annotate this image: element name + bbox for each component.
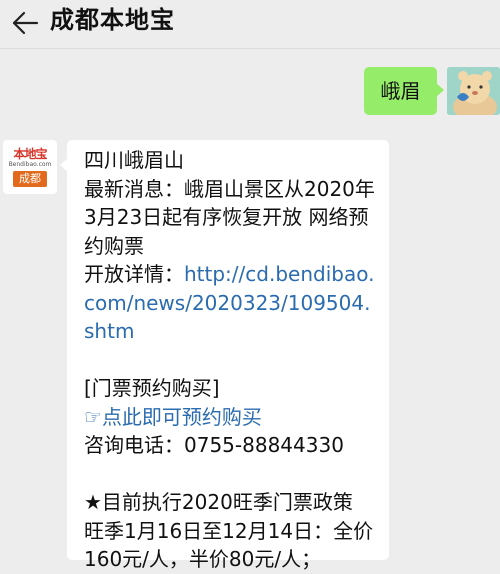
news-line: 最新消息：峨眉山景区从2020年3月23日起有序恢复开放 网络预约购票	[84, 175, 377, 261]
bot-message-bubble[interactable]: 四川峨眉山 最新消息：峨眉山景区从2020年3月23日起有序恢复开放 网络预约购…	[60, 140, 389, 571]
bot-logo-city: 成都	[13, 171, 47, 187]
chat-title: 成都本地宝	[50, 6, 175, 34]
cartoon-avatar-icon	[447, 67, 500, 115]
phone-label: 咨询电话：	[84, 433, 184, 457]
ticket-link-text: 点此即可预约购买	[101, 404, 262, 429]
bot-avatar[interactable]: 本地宝 Bendibao.com 成都	[3, 140, 57, 194]
bot-logo-domain: Bendibao.com	[8, 161, 52, 168]
arrow-left-icon	[12, 11, 39, 35]
detail-label: 开放详情：	[84, 262, 184, 286]
message-title: 四川峨眉山	[84, 148, 184, 172]
ticket-header: [门票预约购买]	[84, 376, 220, 400]
user-message-text: 峨眉	[380, 79, 421, 103]
user-avatar[interactable]	[447, 67, 500, 115]
ticket-link[interactable]: ☞点此即可预约购买	[84, 403, 377, 432]
chat-header: 成都本地宝	[0, 0, 500, 49]
policy-text: 旺季1月16日至12月14日：全价160元/人，半价80元/人；	[84, 518, 374, 572]
back-button[interactable]	[8, 6, 42, 40]
policy-title: ★目前执行2020旺季门票政策	[84, 490, 353, 514]
phone-number: 0755-88844330	[184, 433, 344, 457]
detail-line: 开放详情：http://cd.bendibao.com/news/2020323…	[84, 260, 377, 346]
bot-logo-brand: 本地宝	[13, 147, 47, 161]
news-label: 最新消息：	[84, 176, 184, 201]
user-message-bubble[interactable]: 峨眉	[364, 67, 444, 115]
pointing-hand-icon: ☞	[84, 404, 102, 429]
phone-line: 咨询电话：0755-88844330	[84, 431, 377, 460]
